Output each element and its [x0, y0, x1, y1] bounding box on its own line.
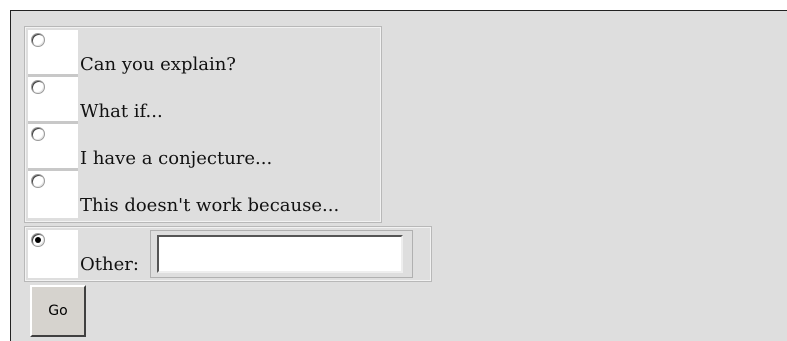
option-label-explain: Can you explain?	[80, 54, 236, 75]
option-label-conjecture: I have a conjecture...	[80, 148, 273, 169]
radio-what-if[interactable]	[31, 80, 45, 94]
question-type-options: Can you explain? What if... I have a con…	[24, 26, 382, 223]
radio-other[interactable]	[31, 233, 45, 247]
go-button[interactable]: Go	[30, 285, 86, 337]
other-text-input[interactable]	[157, 235, 403, 273]
radio-cell	[28, 77, 78, 124]
other-option-row: Other:	[24, 226, 432, 282]
other-label: Other:	[80, 254, 139, 275]
radio-doesnt-work[interactable]	[31, 174, 45, 188]
radio-conjecture[interactable]	[31, 127, 45, 141]
form-panel: Can you explain? What if... I have a con…	[10, 10, 787, 341]
radio-cell	[28, 230, 78, 278]
radio-explain[interactable]	[31, 33, 45, 47]
option-label-doesnt-work: This doesn't work because...	[80, 195, 340, 216]
other-input-cell	[150, 230, 413, 278]
radio-cell	[28, 30, 78, 77]
radio-cell	[28, 171, 78, 218]
option-label-what-if: What if...	[80, 101, 163, 122]
radio-cell	[28, 124, 78, 171]
